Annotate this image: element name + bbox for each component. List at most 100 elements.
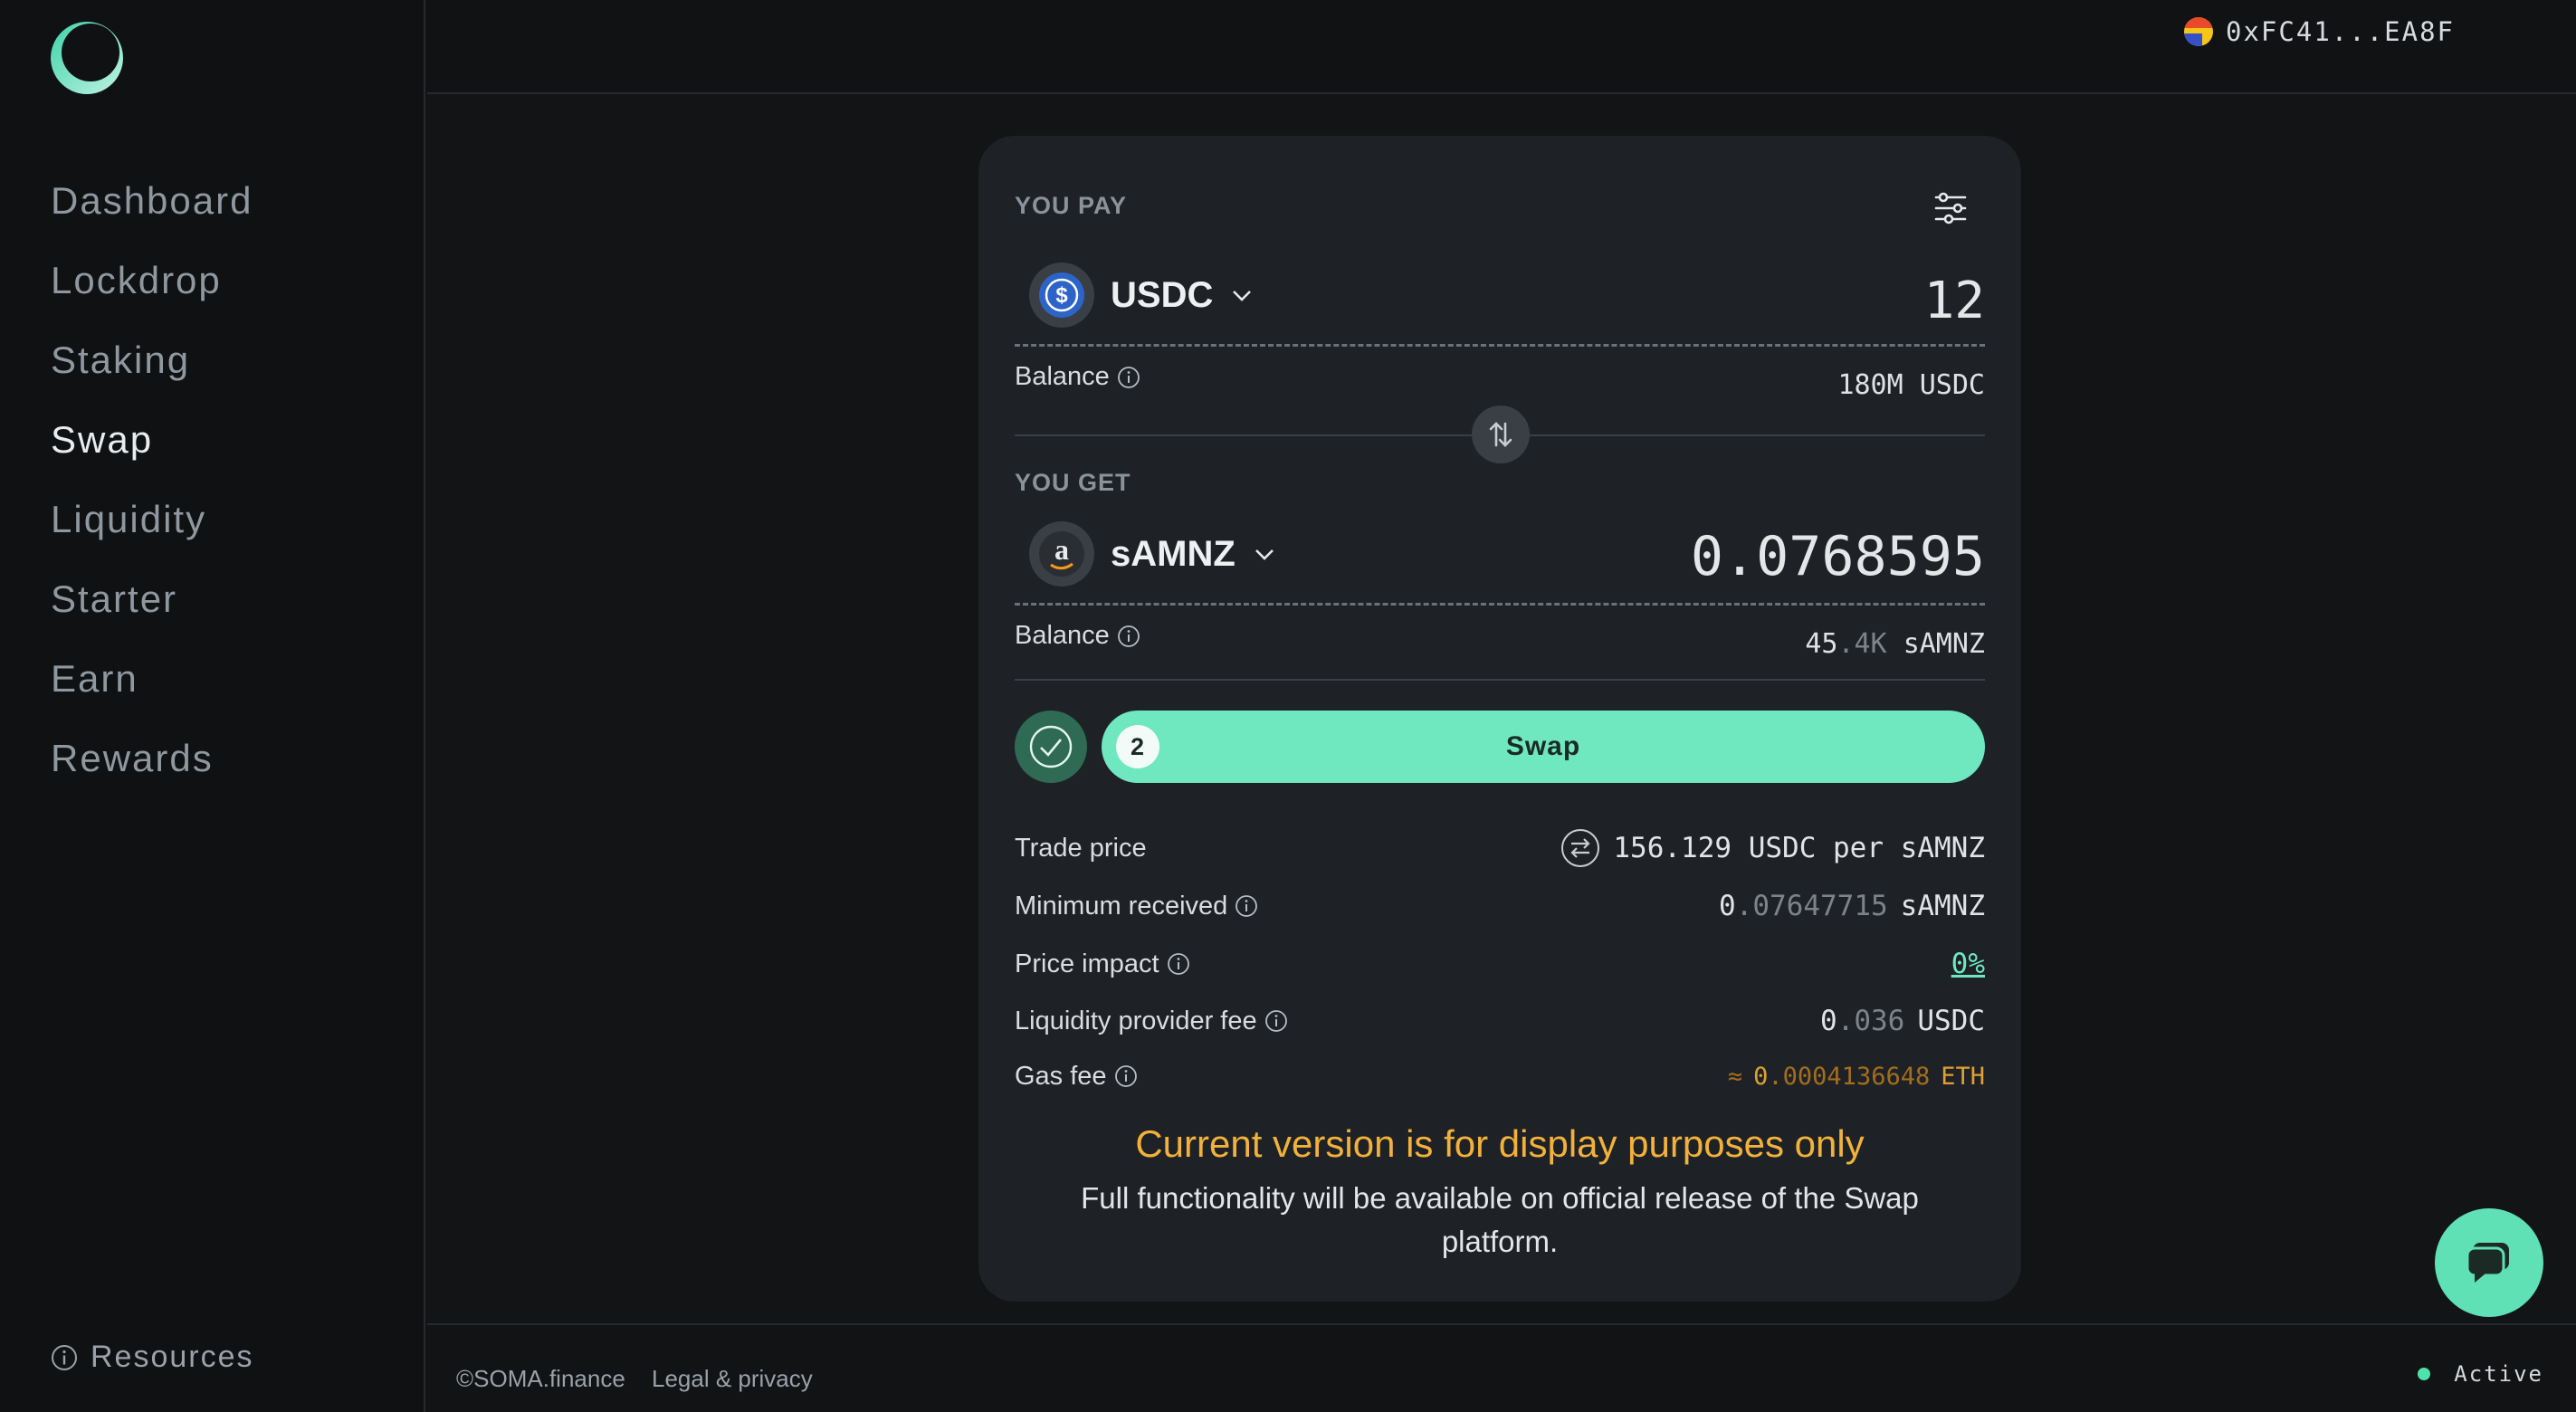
copyright-link[interactable]: ©SOMA.finance (456, 1365, 625, 1393)
sidebar-item-rewards[interactable]: Rewards (51, 719, 253, 798)
sidebar: Dashboard Lockdrop Staking Swap Liquidit… (0, 0, 425, 1412)
status-dot-icon (2418, 1368, 2431, 1380)
wallet-address: 0xFC41...EA8F (2226, 16, 2455, 47)
sidebar-item-staking[interactable]: Staking (51, 320, 253, 400)
info-icon[interactable] (1264, 1009, 1288, 1033)
check-icon (1029, 725, 1073, 768)
pay-token-selector[interactable]: $ USDC (1029, 262, 1255, 328)
info-icon[interactable] (1167, 952, 1190, 976)
get-balance-text: Balance (1015, 621, 1110, 650)
info-icon[interactable] (1235, 894, 1258, 918)
display-only-notice-title: Current version is for display purposes … (1135, 1122, 1865, 1165)
trade-price-value: 156.129 USDC per sAMNZ (1560, 828, 1985, 868)
usdc-icon: $ (1029, 262, 1094, 328)
swap-button-label: Swap (1505, 731, 1581, 761)
chat-button[interactable] (2435, 1208, 2543, 1317)
minimum-received-unit: sAMNZ (1900, 890, 1985, 922)
pay-balance-amount: 180M (1837, 369, 1903, 401)
you-get-label: YOU GET (1015, 469, 1131, 496)
wallet-button[interactable]: 0xFC41...EA8F (2184, 16, 2455, 47)
resources-label: Resources (91, 1340, 254, 1374)
get-balance-int: 45 (1805, 628, 1838, 660)
gas-fee-row: Gas fee ≈ 0.0004136648 ETH (1015, 1054, 1985, 1099)
pay-token-name: USDC (1111, 274, 1214, 315)
pay-balance-unit: USDC (1919, 369, 1985, 401)
gas-fee-label: Gas fee (1015, 1062, 1138, 1092)
minimum-received-label: Minimum received (1015, 892, 1258, 921)
gas-fee-text: Gas fee (1015, 1061, 1107, 1091)
you-pay-label: YOU PAY (1015, 192, 1128, 219)
sidebar-item-starter[interactable]: Starter (51, 559, 253, 639)
lp-fee-value: 0.036 USDC (1820, 1005, 1985, 1037)
lp-fee-frac: .036 (1837, 1005, 1905, 1037)
sidebar-item-dashboard[interactable]: Dashboard (51, 161, 253, 241)
get-amount-output: 0.0768595 (1690, 525, 1985, 588)
get-token-name: sAMNZ (1111, 533, 1236, 574)
network-status: Active (2418, 1361, 2543, 1387)
display-only-notice-body: Full functionality will be available on … (1081, 1181, 1919, 1258)
minimum-received-value: 0.07647715 sAMNZ (1719, 890, 1985, 922)
minimum-received-frac: .07647715 (1735, 890, 1888, 922)
approve-step-complete (1015, 711, 1087, 783)
trade-price-label: Trade price (1015, 833, 1147, 863)
sidebar-item-lockdrop[interactable]: Lockdrop (51, 241, 253, 320)
footer: ©SOMA.finance Legal & privacy Active (427, 1323, 2576, 1412)
swap-button[interactable]: 2 Swap (1102, 711, 1985, 783)
pay-input-underline (1015, 344, 1985, 347)
get-balance-value: 45.4K sAMNZ (1805, 628, 1985, 660)
lp-fee-label: Liquidity provider fee (1015, 1007, 1288, 1036)
price-impact-text: Price impact (1015, 949, 1159, 978)
minimum-received-int: 0 (1719, 890, 1736, 922)
minimum-received-text: Minimum received (1015, 891, 1228, 921)
swap-card: YOU PAY $ USDC 12 Balance 180M USDC YOU … (978, 136, 2021, 1302)
amazon-icon: a (1029, 521, 1094, 587)
pay-amount-input[interactable]: 12 (1924, 272, 1985, 330)
swap-direction-button[interactable] (1472, 405, 1530, 463)
lp-fee-int: 0 (1820, 1005, 1837, 1037)
price-impact-value[interactable]: 0% (1951, 948, 1985, 980)
pay-balance-text: Balance (1015, 362, 1110, 391)
price-impact-row: Price impact 0% (1015, 941, 1985, 987)
info-icon[interactable] (1117, 625, 1140, 648)
resources-link[interactable]: Resources (51, 1340, 254, 1375)
invert-price-icon[interactable] (1560, 828, 1600, 868)
settings-sliders-icon[interactable] (1931, 188, 1970, 228)
sidebar-item-earn[interactable]: Earn (51, 639, 253, 719)
get-output-underline (1015, 603, 1985, 606)
sidebar-item-swap[interactable]: Swap (51, 400, 253, 480)
soma-logo[interactable] (49, 20, 125, 96)
svg-text:$: $ (1055, 283, 1068, 308)
price-impact-label: Price impact (1015, 949, 1190, 979)
lp-fee-row: Liquidity provider fee 0.036 USDC (1015, 998, 1985, 1044)
get-balance-label: Balance (1015, 621, 1140, 651)
step-number-badge: 2 (1116, 725, 1159, 768)
get-token-selector[interactable]: a sAMNZ (1029, 521, 1277, 587)
info-icon (52, 1344, 77, 1370)
trade-price-row: Trade price 156.129 USDC per sAMNZ (1015, 825, 1985, 871)
section-divider (1015, 679, 1985, 681)
get-balance-frac: .4K (1837, 628, 1887, 660)
info-icon[interactable] (1114, 1064, 1138, 1088)
chevron-down-icon (1233, 291, 1252, 301)
get-balance-unit: sAMNZ (1903, 628, 1985, 660)
trade-price-text: 156.129 USDC per sAMNZ (1613, 832, 1985, 864)
gas-fee-frac: .0004136648 (1768, 1062, 1931, 1091)
svg-text:a: a (1054, 533, 1069, 566)
minimum-received-row: Minimum received 0.07647715 sAMNZ (1015, 883, 1985, 929)
gas-fee-value: ≈ 0.0004136648 ETH (1728, 1063, 1985, 1091)
chevron-down-icon (1255, 549, 1274, 560)
gas-fee-approx: ≈ (1727, 1062, 1743, 1091)
wallet-avatar-icon (2184, 17, 2214, 46)
pay-balance-value: 180M USDC (1837, 369, 1985, 401)
pay-balance-label: Balance (1015, 362, 1140, 392)
sidebar-nav: Dashboard Lockdrop Staking Swap Liquidit… (51, 161, 253, 798)
legal-privacy-link[interactable]: Legal & privacy (652, 1365, 813, 1393)
sidebar-item-liquidity[interactable]: Liquidity (51, 480, 253, 559)
lp-fee-unit: USDC (1917, 1005, 1985, 1037)
info-icon[interactable] (1117, 366, 1140, 389)
lp-fee-text: Liquidity provider fee (1015, 1006, 1257, 1035)
chat-bubble-icon (2466, 1243, 2509, 1283)
status-text: Active (2454, 1361, 2543, 1387)
top-bar: 0xFC41...EA8F (427, 0, 2576, 94)
gas-fee-int: 0 (1753, 1062, 1769, 1091)
